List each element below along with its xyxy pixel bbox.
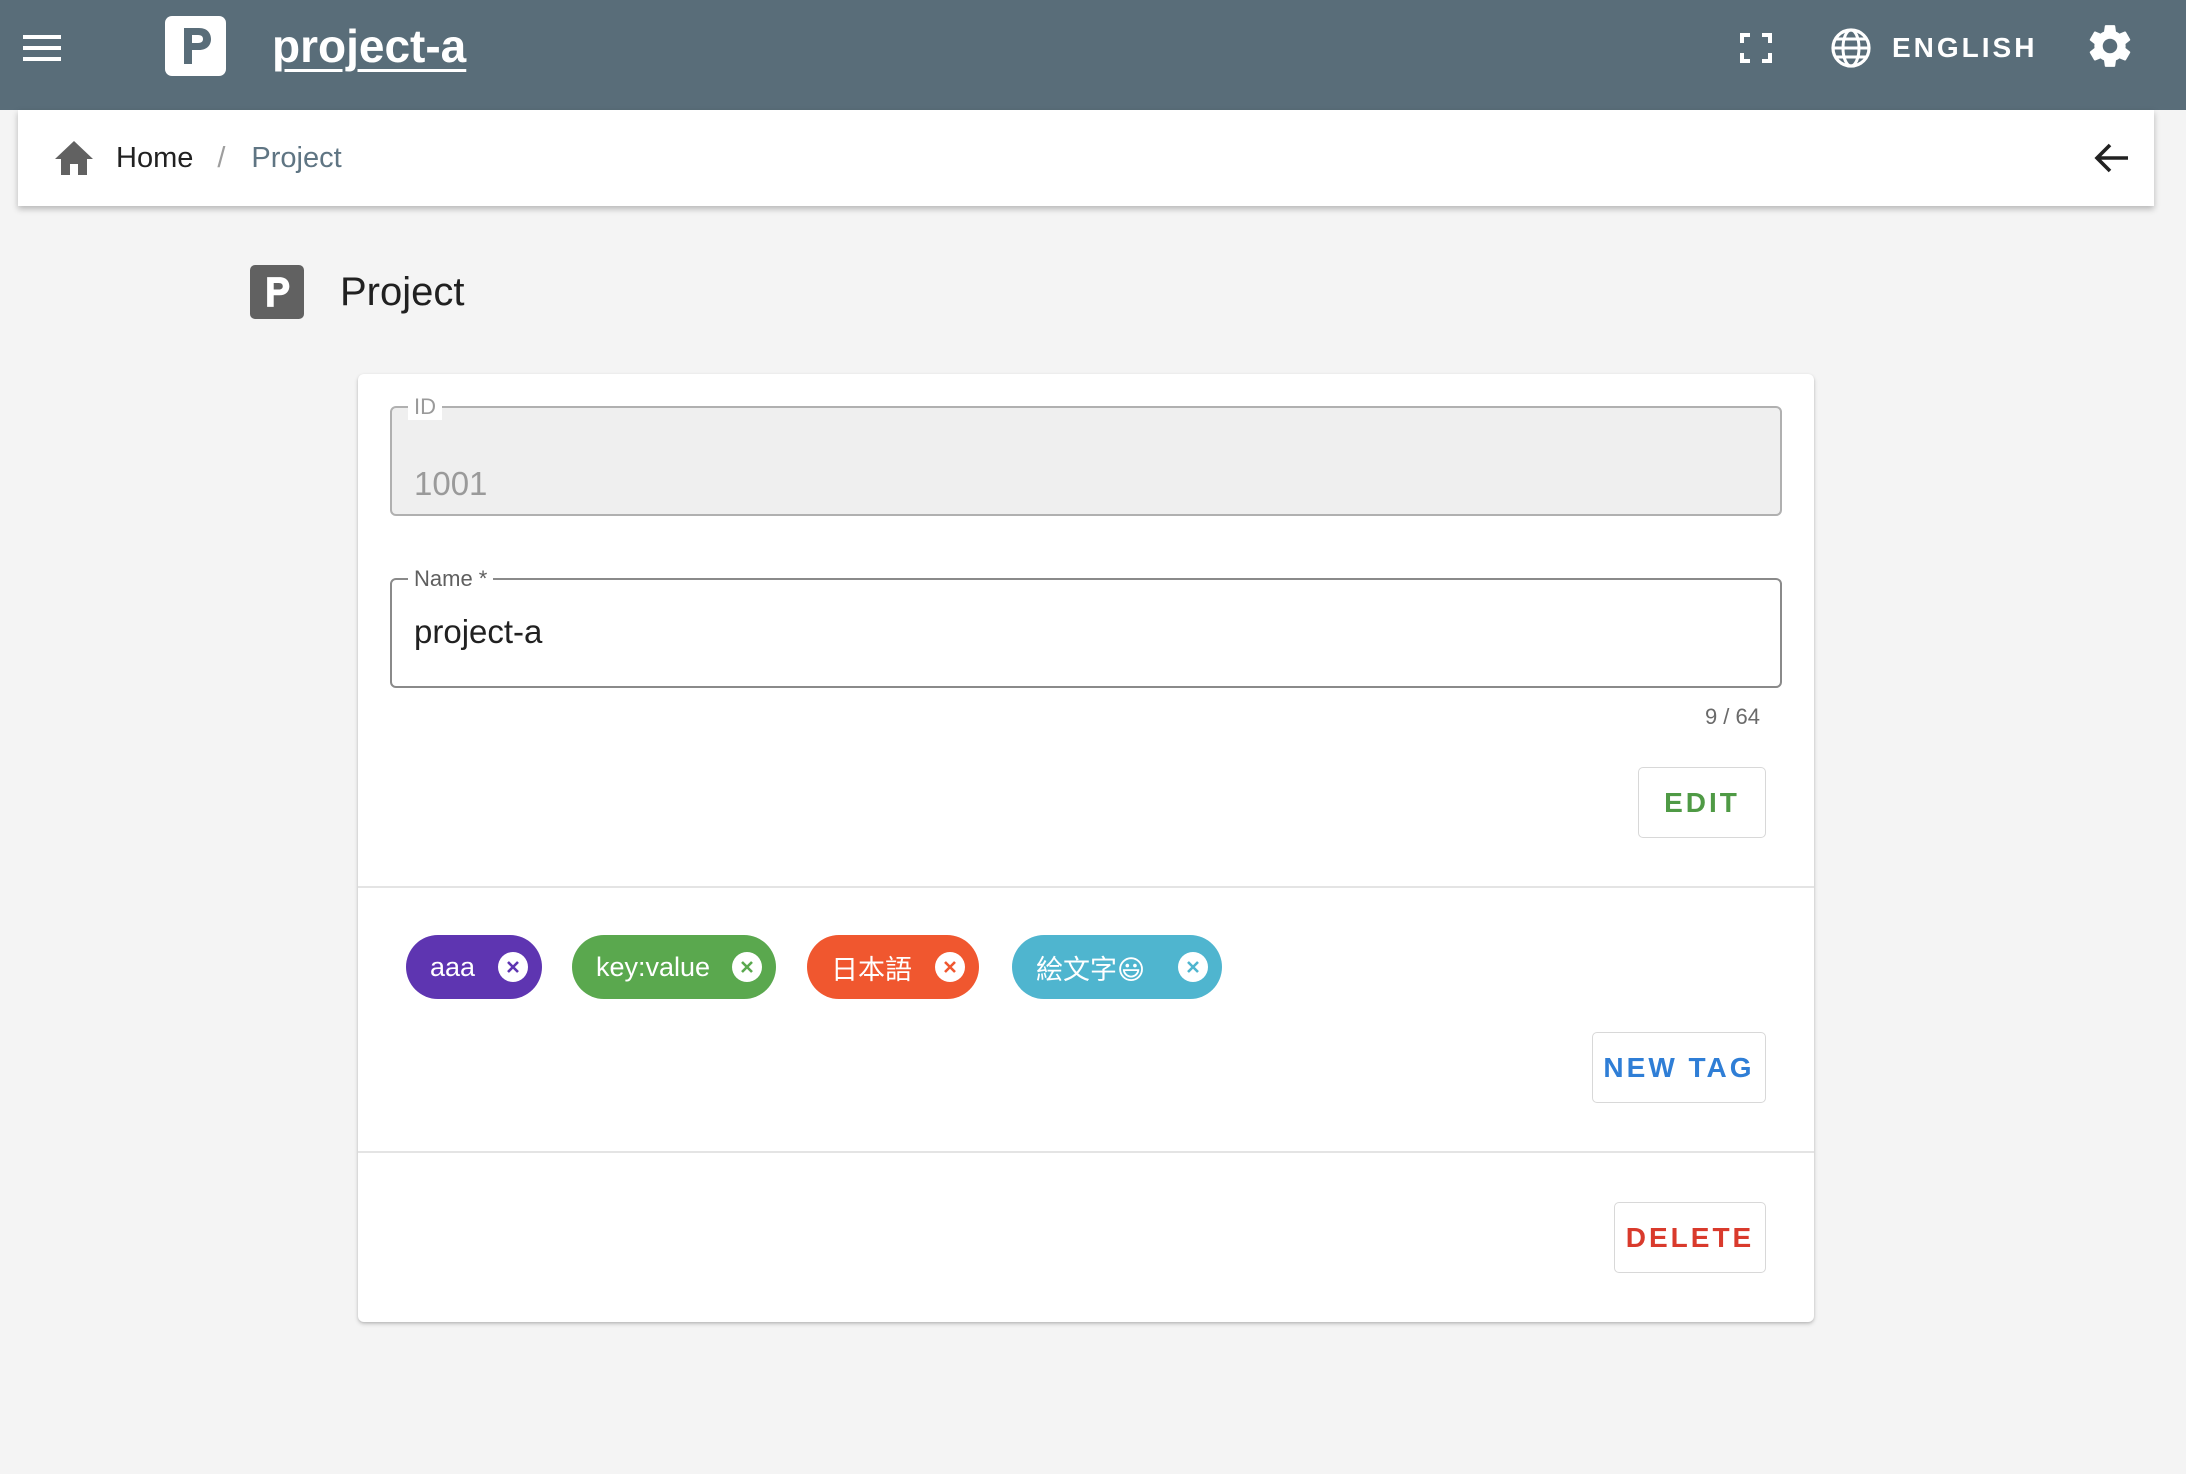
tag-chip[interactable]: key:value	[572, 935, 776, 999]
name-char-counter: 9 / 64	[1704, 704, 1760, 729]
tag-chip-label: aaa	[430, 951, 476, 982]
section-divider	[358, 886, 1814, 888]
project-tile	[250, 265, 304, 319]
arrow-left-icon	[2094, 143, 2128, 173]
tag-remove-button[interactable]	[498, 952, 528, 982]
close-icon	[741, 961, 753, 973]
id-field-label: ID	[408, 394, 442, 420]
gear-icon	[2089, 25, 2131, 67]
back-button[interactable]	[2084, 130, 2140, 186]
breadcrumb-separator: /	[217, 141, 226, 174]
tag-chip[interactable]: 絵文字😃	[1012, 935, 1222, 999]
app-bar: project-a ENGLISH	[0, 0, 2186, 110]
p-logo-icon	[183, 28, 211, 64]
close-icon	[944, 961, 956, 973]
app-title-link[interactable]: project-a	[272, 16, 466, 76]
name-field[interactable]: Name *	[390, 566, 1782, 688]
id-field: ID 1001	[390, 394, 1782, 516]
breadcrumb-home-link[interactable]: Home	[116, 142, 193, 175]
page-heading: Project	[250, 265, 465, 319]
edit-button[interactable]: EDIT	[1638, 767, 1766, 838]
close-icon	[1187, 961, 1199, 973]
language-label: ENGLISH	[1892, 32, 2038, 63]
tag-chip-label: 絵文字😃	[1036, 954, 1146, 985]
menu-icon	[23, 35, 61, 61]
fullscreen-button[interactable]	[1732, 20, 1780, 76]
new-tag-button[interactable]: NEW TAG	[1592, 1032, 1766, 1103]
name-input[interactable]	[414, 612, 1714, 652]
breadcrumb: Home / Project	[18, 110, 2154, 206]
tag-remove-button[interactable]	[732, 952, 762, 982]
close-icon	[507, 961, 519, 973]
breadcrumb-current: Project	[251, 141, 342, 174]
tag-chip[interactable]: 日本語	[807, 935, 979, 999]
delete-button[interactable]: DELETE	[1614, 1202, 1766, 1273]
globe-icon	[1831, 28, 1871, 68]
home-icon	[55, 141, 93, 175]
id-field-value: 1001	[414, 465, 488, 502]
menu-button[interactable]	[14, 20, 70, 76]
app-logo	[165, 16, 226, 76]
project-card: ID 1001 Name * 9 / 64 EDIT aaa key:value…	[358, 374, 1814, 1322]
fullscreen-icon	[1740, 33, 1772, 63]
page-title: Project	[340, 269, 465, 314]
language-button[interactable]: ENGLISH	[1830, 18, 2037, 78]
tag-remove-button[interactable]	[1178, 952, 1208, 982]
tag-chip-label: key:value	[596, 951, 711, 982]
section-divider	[358, 1151, 1814, 1153]
home-button[interactable]	[52, 136, 96, 180]
p-logo-icon	[267, 277, 290, 307]
settings-button[interactable]	[2082, 18, 2138, 74]
tag-remove-button[interactable]	[935, 952, 965, 982]
tag-chip-label: 日本語	[831, 954, 912, 985]
name-field-label: Name *	[408, 566, 494, 592]
tag-chip[interactable]: aaa	[406, 935, 542, 999]
